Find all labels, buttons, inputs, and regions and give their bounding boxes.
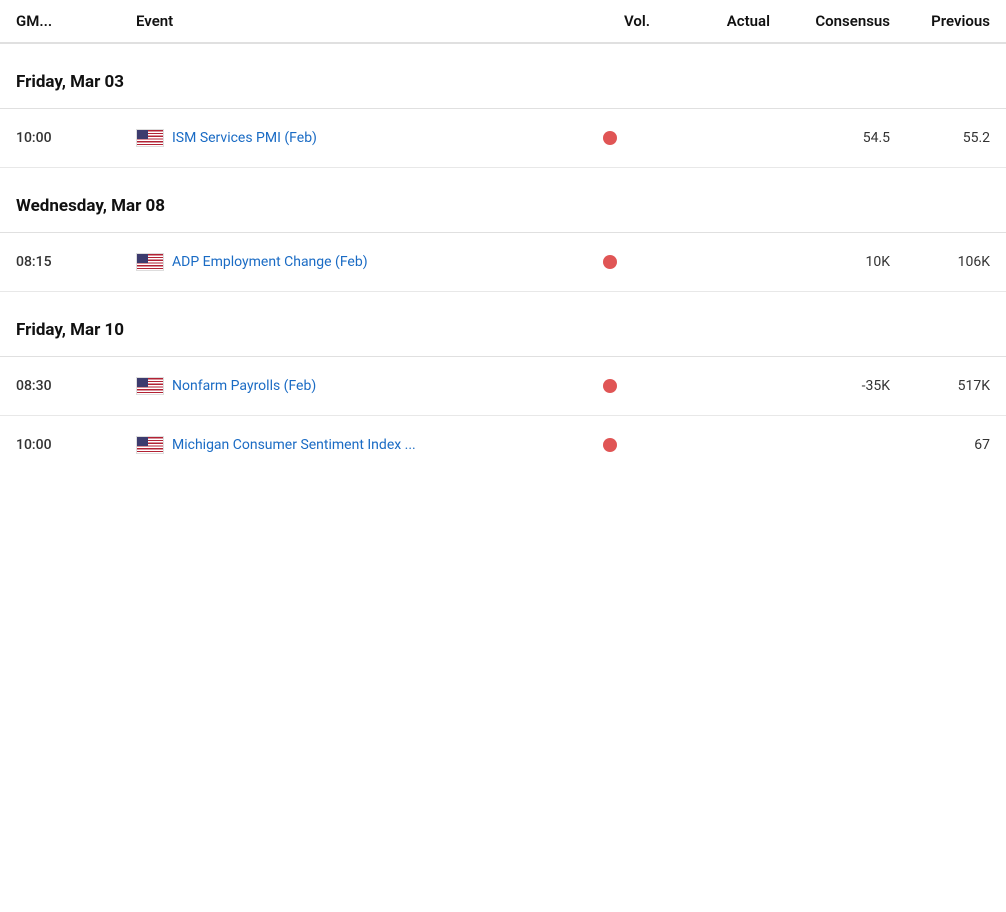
volatility-cell [570,131,650,145]
volatility-high-icon [603,438,617,452]
volatility-high-icon [603,131,617,145]
event-name-link[interactable]: ADP Employment Change (Feb) [172,254,368,270]
previous-value: 106K [890,254,990,270]
consensus-value: -35K [770,378,890,394]
event-name-cell: Michigan Consumer Sentiment Index ... [136,436,570,454]
event-name-link[interactable]: Nonfarm Payrolls (Feb) [172,378,316,394]
volatility-cell [570,379,650,393]
header-event: Event [136,12,570,30]
date-group-1: Wednesday, Mar 08 [0,168,1006,233]
volatility-high-icon [603,379,617,393]
event-name-link[interactable]: ISM Services PMI (Feb) [172,130,317,146]
economic-calendar-table: GM... Event Vol. Actual Consensus Previo… [0,0,1006,474]
event-time: 10:00 [16,130,136,146]
us-flag-icon [136,436,164,454]
header-previous: Previous [890,12,990,30]
table-row: 08:15 ADP Employment Change (Feb) 10K106K [0,233,1006,292]
event-time: 10:00 [16,437,136,453]
header-gmt: GM... [16,12,136,30]
previous-value: 55.2 [890,130,990,146]
volatility-high-icon [603,255,617,269]
event-time: 08:15 [16,254,136,270]
date-group-0: Friday, Mar 03 [0,44,1006,109]
consensus-value: 10K [770,254,890,270]
header-actual: Actual [650,12,770,30]
table-row: 08:30 Nonfarm Payrolls (Feb) -35K517K [0,357,1006,416]
consensus-value: 54.5 [770,130,890,146]
previous-value: 517K [890,378,990,394]
us-flag-icon [136,129,164,147]
event-name-cell: ADP Employment Change (Feb) [136,253,570,271]
table-row: 10:00 ISM Services PMI (Feb) 54.555.2 [0,109,1006,168]
previous-value: 67 [890,437,990,453]
date-group-2: Friday, Mar 10 [0,292,1006,357]
event-name-cell: ISM Services PMI (Feb) [136,129,570,147]
us-flag-icon [136,253,164,271]
volatility-cell [570,438,650,452]
event-time: 08:30 [16,378,136,394]
us-flag-icon [136,377,164,395]
event-name-cell: Nonfarm Payrolls (Feb) [136,377,570,395]
header-vol: Vol. [570,12,650,30]
volatility-cell [570,255,650,269]
table-row: 10:00 Michigan Consumer Sentiment Index .… [0,416,1006,474]
header-consensus: Consensus [770,12,890,30]
event-name-link[interactable]: Michigan Consumer Sentiment Index ... [172,437,416,453]
groups-container: Friday, Mar 03 10:00 ISM Services PMI (Feb… [0,44,1006,474]
table-header: GM... Event Vol. Actual Consensus Previo… [0,0,1006,44]
